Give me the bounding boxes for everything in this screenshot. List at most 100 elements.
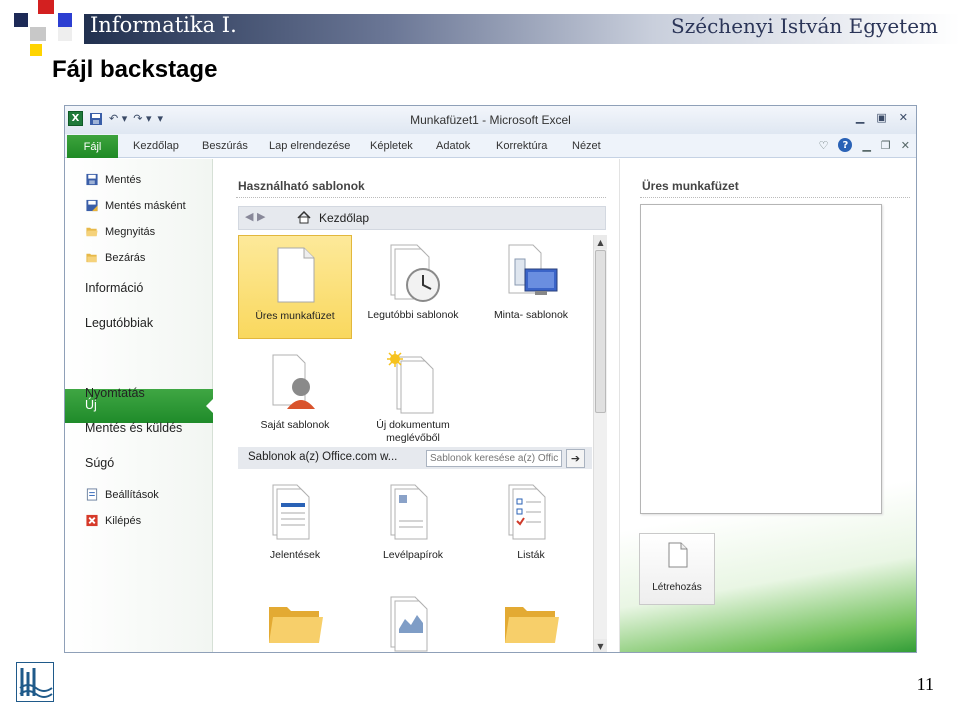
tile-new-from-existing[interactable]: Új dokumentum meglévőből [356, 345, 470, 449]
deco-square-navy [14, 13, 28, 27]
tile-lists[interactable]: Listák [474, 475, 588, 579]
nav-exit-label: Kilépés [105, 514, 142, 527]
doc-restore-icon[interactable]: ❐ [881, 139, 891, 152]
scroll-up-icon[interactable]: ▲ [594, 235, 607, 249]
preview-thumbnail [640, 204, 882, 514]
tab-file[interactable]: Fájl [67, 135, 118, 158]
lists-icon [508, 484, 546, 540]
university-logo [16, 662, 54, 702]
home-icon[interactable] [297, 211, 311, 224]
nav-item-recent[interactable]: Legutóbbiak [85, 316, 153, 330]
nav-item-print[interactable]: Nyomtatás [85, 386, 145, 400]
tile-label: Üres munkafüzet [255, 310, 335, 322]
tab-review[interactable]: Korrektúra [496, 140, 547, 152]
scroll-thumb[interactable] [595, 250, 606, 413]
nav-item-new-label: Új [85, 398, 97, 412]
nav-item-save-send[interactable]: Mentés és küldés [85, 421, 182, 435]
nav-item-info[interactable]: Információ [85, 281, 143, 295]
office-templates-bar: Sablonok a(z) Office.com w... ➔ [238, 447, 592, 469]
close-folder-icon [86, 253, 97, 263]
tile-sample-templates[interactable]: Minta- sablonok [474, 235, 588, 339]
nav-open-label: Megnyitás [105, 225, 156, 238]
tile-label: Új dokumentum meglévőből [376, 419, 450, 444]
tile-letterhead[interactable]: Levélpapírok [356, 475, 470, 579]
nav-item-help[interactable]: Súgó [85, 456, 114, 470]
nav-open[interactable]: Megnyitás [85, 225, 155, 238]
blank-workbook-icon [277, 247, 315, 303]
template-tiles: Üres munkafüzet Legutóbbi sablonok Minta… [238, 235, 592, 652]
deco-square-blue [58, 13, 72, 27]
save-icon [86, 173, 98, 186]
tile-label: Legutóbbi sablonok [367, 309, 459, 321]
nav-close-label: Bezárás [105, 251, 146, 264]
page-number: 11 [916, 674, 934, 694]
tile-blank-workbook[interactable]: Üres munkafüzet [238, 235, 352, 339]
nav-save[interactable]: Mentés [85, 173, 141, 186]
close-icon[interactable]: ✕ [899, 111, 908, 124]
nav-close[interactable]: Bezárás [85, 251, 145, 264]
deco-square-yellow [30, 44, 42, 56]
create-button[interactable]: Létrehozás [639, 533, 715, 605]
help-icon[interactable]: ? [838, 138, 853, 152]
my-templates-icon [272, 354, 315, 409]
tile-recent-templates[interactable]: Legutóbbi sablonok [356, 235, 470, 339]
document-chart-icon [390, 596, 428, 652]
tab-page-layout[interactable]: Lap elrendezése [269, 140, 350, 152]
search-go-button[interactable]: ➔ [566, 449, 585, 468]
recent-templates-icon [390, 244, 440, 302]
tile-label: Minta- sablonok [493, 309, 569, 321]
save-as-icon [86, 199, 98, 212]
course-title: Informatika I. [90, 13, 237, 37]
minimize-icon[interactable]: ▁ [856, 111, 864, 124]
office-search-input[interactable] [426, 450, 562, 467]
deco-square-grey [30, 27, 46, 41]
tile-label: Listák [517, 549, 545, 561]
nav-save-as[interactable]: Mentés másként [85, 199, 186, 212]
tile-folder-2[interactable] [474, 587, 588, 652]
tile-reports[interactable]: Jelentések [238, 475, 352, 579]
sample-templates-icon [508, 244, 558, 295]
tab-data[interactable]: Adatok [436, 140, 470, 152]
scroll-down-icon[interactable]: ▼ [594, 639, 607, 652]
templates-heading: Használható sablonok [238, 179, 365, 193]
window-controls: ▁ ▣ ✕ [856, 111, 908, 124]
tile-label: Saját sablonok [260, 419, 330, 431]
new-document-icon [668, 542, 688, 568]
title-bar: X ↶ ▾ ↷ ▾ ▾ Munkafüzet1 - Microsoft Exce… [65, 106, 916, 134]
create-button-label: Létrehozás [652, 582, 702, 593]
deco-square-red [38, 0, 54, 14]
nav-save-as-label: Mentés másként [105, 199, 186, 212]
nav-exit[interactable]: Kilépés [85, 514, 141, 527]
tile-label: Jelentések [269, 549, 321, 561]
letterhead-icon [390, 484, 428, 540]
preview-title: Üres munkafüzet [642, 179, 739, 193]
maximize-icon[interactable]: ▣ [876, 111, 886, 124]
ribbon-tabs: Fájl Kezdőlap Beszúrás Lap elrendezése K… [65, 134, 916, 158]
preview-panel: Üres munkafüzet Létrehozás [619, 159, 916, 652]
selection-arrow [206, 398, 214, 414]
breadcrumb-home[interactable]: Kezdőlap [319, 211, 369, 225]
tab-insert[interactable]: Beszúrás [202, 140, 248, 152]
open-folder-icon [86, 227, 98, 237]
reports-icon [272, 484, 310, 540]
tab-home[interactable]: Kezdőlap [133, 140, 179, 152]
templates-scrollbar[interactable]: ▲ ▼ [593, 235, 607, 652]
tile-my-templates[interactable]: Saját sablonok [238, 345, 352, 449]
folder-icon [505, 607, 559, 643]
tile-folder[interactable] [238, 587, 352, 652]
university-name: Széchenyi István Egyetem [671, 14, 938, 38]
tab-view[interactable]: Nézet [572, 140, 601, 152]
arrow-right-icon: ➔ [570, 452, 581, 465]
minimize-ribbon-icon[interactable]: ♡ [819, 139, 829, 152]
divider [640, 197, 910, 198]
tab-formulas[interactable]: Képletek [370, 140, 413, 152]
tile-document-chart[interactable] [356, 587, 470, 652]
doc-minimize-icon[interactable]: ▁ [862, 139, 870, 152]
excel-window: X ↶ ▾ ↷ ▾ ▾ Munkafüzet1 - Microsoft Exce… [64, 105, 917, 653]
nav-options[interactable]: Beállítások [85, 488, 159, 501]
ribbon-right-controls: ♡ ? ▁ ❐ ✕ [819, 138, 910, 152]
back-forward-icon[interactable]: ◀ ▶ [245, 210, 265, 223]
folder-icon [269, 607, 323, 643]
doc-close-icon[interactable]: ✕ [901, 139, 910, 152]
office-section-label: Sablonok a(z) Office.com w... [248, 451, 398, 463]
